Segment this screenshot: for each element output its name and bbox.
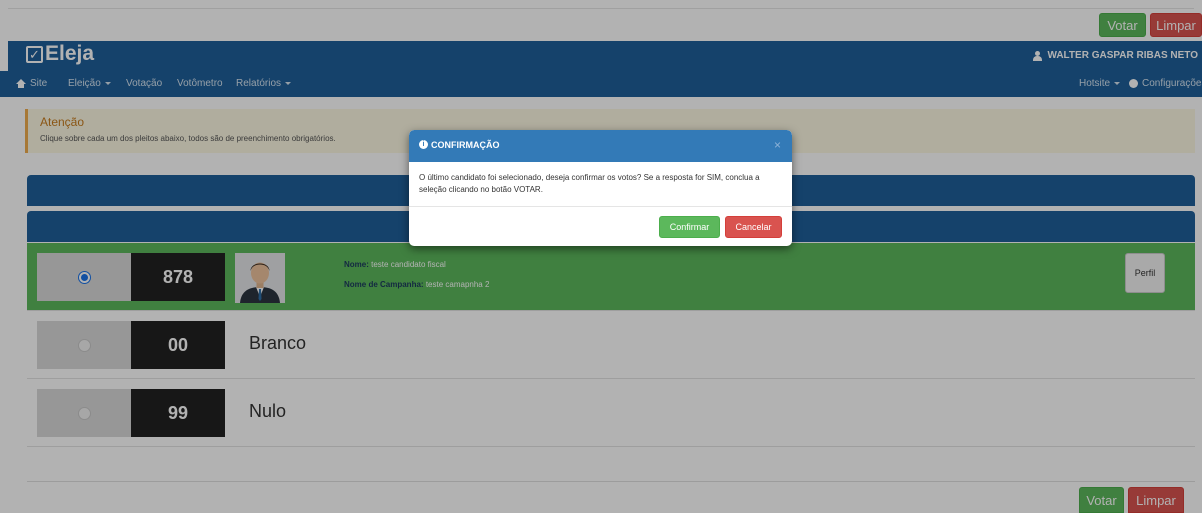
confirm-button[interactable]: Confirmar [659,216,720,238]
info-icon: i [419,140,428,149]
modal-header: i CONFIRMAÇÃO × [409,130,792,162]
modal-footer-divider [409,206,792,207]
cancel-button[interactable]: Cancelar [725,216,782,238]
confirmation-modal: i CONFIRMAÇÃO × O último candidato foi s… [409,130,792,246]
modal-backdrop[interactable] [0,0,1202,513]
close-icon[interactable]: × [774,138,781,152]
modal-title: CONFIRMAÇÃO [431,140,500,150]
modal-message: O último candidato foi selecionado, dese… [419,173,760,194]
